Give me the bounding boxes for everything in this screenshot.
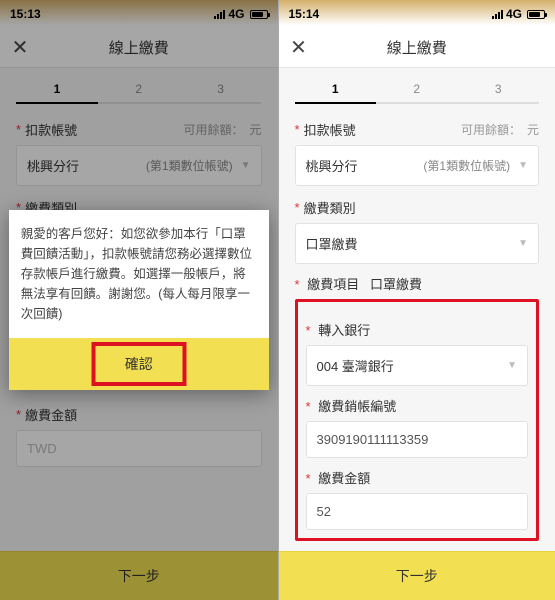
page-title: 線上繳費 — [387, 37, 447, 58]
status-bar: 15:14 4G — [279, 0, 555, 28]
pay-number-input[interactable]: 3909190111113359 — [306, 421, 529, 458]
transfer-bank-value: 004 臺灣銀行 — [317, 356, 394, 375]
category-label-row: * 繳費類別 — [295, 198, 540, 217]
step-indicator: 1 2 3 — [295, 82, 540, 104]
status-time: 15:14 — [289, 7, 320, 21]
transfer-bank-select[interactable]: 004 臺灣銀行 ▼ — [306, 345, 529, 386]
account-label: 扣款帳號 — [304, 120, 356, 139]
required-mark: * — [306, 399, 311, 414]
highlighted-section: * 轉入銀行 004 臺灣銀行 ▼ * 繳費銷帳編號 3909190111113… — [295, 299, 540, 541]
nav-bar: ✕ 線上繳費 — [279, 28, 555, 68]
phone-left: 15:13 4G ✕ 線上繳費 1 2 3 * 扣款帳號 可用餘額： 元 桃興分… — [0, 0, 278, 600]
category-value: 口罩繳費 — [306, 234, 358, 253]
amount-label-row: * 繳費金額 — [306, 468, 529, 487]
status-right: 4G — [492, 7, 545, 21]
account-select[interactable]: 桃興分行 (第1類數位帳號) ▼ — [295, 145, 540, 186]
item-value: 口罩繳費 — [370, 277, 422, 292]
modal-button-row: 確認 — [9, 338, 269, 390]
amount-input[interactable]: 52 — [306, 493, 529, 530]
balance-label: 可用餘額： — [461, 121, 521, 138]
category-label: 繳費類別 — [304, 198, 356, 217]
step-3[interactable]: 3 — [458, 82, 540, 104]
required-mark: * — [306, 471, 311, 486]
account-bank: 桃興分行 — [306, 156, 358, 175]
required-mark: * — [306, 323, 311, 338]
pay-number-label: 繳費銷帳編號 — [318, 399, 396, 414]
step-2[interactable]: 2 — [376, 82, 458, 104]
account-type: (第1類數位帳號) — [423, 157, 510, 174]
modal-dialog: 親愛的客戶您好：如您欲參加本行「口罩費回饋活動」，扣款帳號請您務必選擇數位存款帳… — [9, 210, 269, 390]
required-mark: * — [295, 277, 300, 292]
confirm-button[interactable]: 確認 — [107, 350, 171, 378]
modal-overlay: 親愛的客戶您好：如您欲參加本行「口罩費回饋活動」，扣款帳號請您務必選擇數位存款帳… — [0, 0, 278, 600]
amount-label: 繳費金額 — [318, 471, 370, 486]
network-label: 4G — [506, 7, 522, 21]
transfer-bank-label-row: * 轉入銀行 — [306, 320, 529, 339]
account-label-row: * 扣款帳號 可用餘額： 元 — [295, 120, 540, 139]
battery-icon — [527, 10, 545, 19]
step-1[interactable]: 1 — [295, 82, 377, 104]
modal-body: 親愛的客戶您好：如您欲參加本行「口罩費回饋活動」，扣款帳號請您務必選擇數位存款帳… — [9, 210, 269, 338]
chevron-down-icon: ▼ — [507, 360, 517, 371]
category-select[interactable]: 口罩繳費 ▼ — [295, 223, 540, 264]
required-mark: * — [295, 200, 300, 215]
content: 1 2 3 * 扣款帳號 可用餘額： 元 桃興分行 (第1類數位帳號) ▼ * … — [279, 68, 555, 541]
chevron-down-icon: ▼ — [518, 160, 528, 171]
next-label: 下一步 — [396, 568, 438, 584]
chevron-down-icon: ▼ — [518, 238, 528, 249]
transfer-bank-label: 轉入銀行 — [318, 323, 370, 338]
pay-number-label-row: * 繳費銷帳編號 — [306, 396, 529, 415]
item-row: * 繳費項目 口罩繳費 — [295, 274, 540, 293]
next-button[interactable]: 下一步 — [279, 551, 555, 600]
item-label: 繳費項目 — [307, 277, 359, 292]
required-mark: * — [295, 122, 300, 137]
close-icon[interactable]: ✕ — [289, 38, 309, 58]
balance-unit: 元 — [527, 121, 539, 138]
phone-right: 15:14 4G ✕ 線上繳費 1 2 3 * 扣款帳號 可用餘額： 元 桃興分… — [278, 0, 555, 600]
signal-icon — [492, 10, 503, 19]
